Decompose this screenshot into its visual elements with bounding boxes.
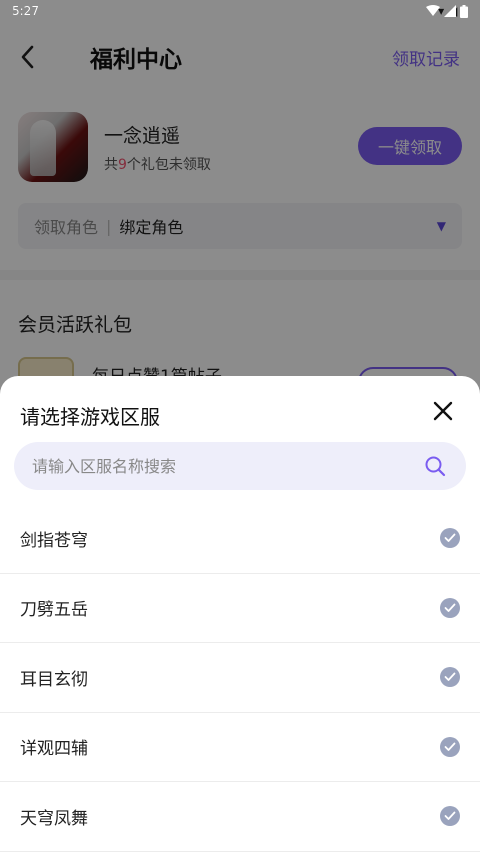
server-picker-sheet: 请选择游戏区服 剑指苍穹 刀劈五岳 耳目玄彻 详观四辅 天穹凤舞: [0, 376, 480, 855]
signal-icon: [444, 5, 456, 17]
server-name: 刀劈五岳: [20, 600, 88, 621]
status-bar-overlay: 5:27: [0, 0, 480, 22]
server-item[interactable]: 天穹凤舞: [0, 782, 480, 852]
close-button[interactable]: [428, 396, 458, 426]
check-icon: [440, 806, 460, 827]
check-icon: [440, 528, 460, 549]
server-name: 天穹凤舞: [20, 808, 88, 829]
status-icons: [426, 4, 468, 18]
server-search-input[interactable]: [32, 456, 422, 476]
server-item[interactable]: 剑指苍穹: [0, 504, 480, 574]
server-name: 耳目玄彻: [20, 669, 88, 690]
battery-icon: [460, 4, 468, 18]
search-icon[interactable]: [422, 453, 448, 479]
server-item[interactable]: 刀劈五岳: [0, 574, 480, 643]
check-icon: [440, 736, 460, 757]
status-time: 5:27: [12, 4, 39, 18]
server-name: 详观四辅: [20, 739, 88, 760]
check-icon: [440, 597, 460, 618]
wifi-icon: [426, 5, 440, 16]
sheet-title: 请选择游戏区服: [20, 405, 160, 429]
server-item[interactable]: 耳目玄彻: [0, 643, 480, 713]
server-search-bar: [14, 442, 466, 490]
close-icon: [433, 401, 453, 421]
server-list: 剑指苍穹 刀劈五岳 耳目玄彻 详观四辅 天穹凤舞: [0, 504, 480, 852]
server-item[interactable]: 详观四辅: [0, 713, 480, 782]
server-name: 剑指苍穹: [20, 530, 88, 551]
check-icon: [440, 667, 460, 688]
